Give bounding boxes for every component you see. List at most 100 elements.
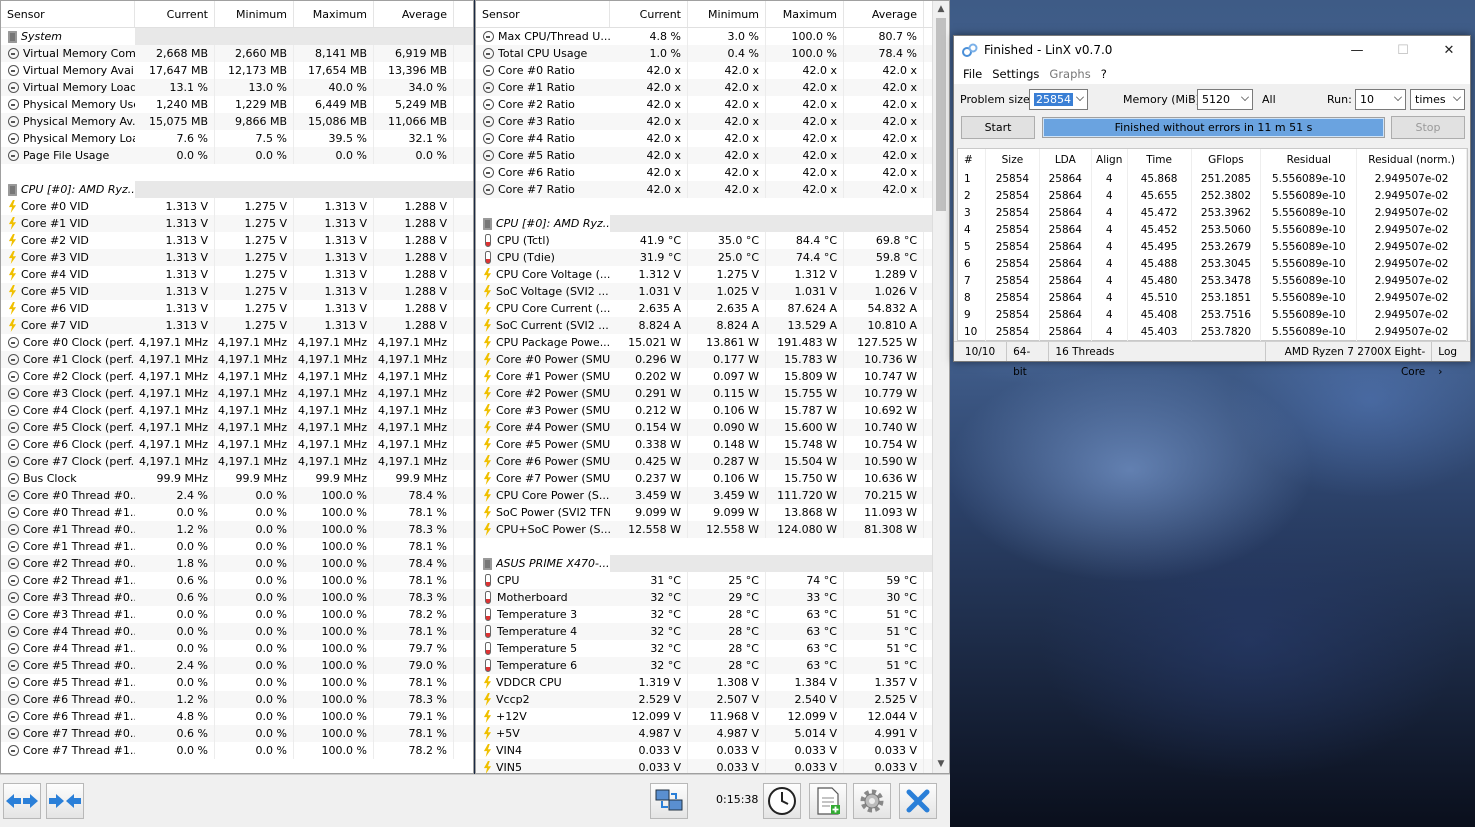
- sensor-row[interactable]: Temperature 4 32 °C 28 °C 63 °C 51 °C: [476, 623, 949, 640]
- sensor-row[interactable]: Temperature 5 32 °C 28 °C 63 °C 51 °C: [476, 640, 949, 657]
- close-sensors-button[interactable]: [899, 783, 937, 819]
- sensor-group-row[interactable]: CPU [#0]: AMD Ryz...: [1, 181, 473, 198]
- sensor-row[interactable]: Temperature 3 32 °C 28 °C 63 °C 51 °C: [476, 606, 949, 623]
- sensor-row[interactable]: Core #2 Clock (perf... 4,197.1 MHz 4,197.1…: [1, 368, 473, 385]
- start-button[interactable]: Start: [961, 116, 1035, 139]
- sensor-row[interactable]: Core #7 Thread #1... 0.0 % 0.0 % 100.0 % 78.…: [1, 742, 473, 759]
- sensor-row[interactable]: SoC Current (SVI2 ... 8.824 A 8.824 A 13.52…: [476, 317, 949, 334]
- table-row[interactable]: 9 25854 25864 4 45.408 253.7516 5.556089e-10 2.…: [958, 307, 1467, 324]
- menu-graphs[interactable]: Graphs: [1044, 67, 1095, 81]
- sensor-row[interactable]: Core #1 Thread #1... 0.0 % 0.0 % 100.0 % 78.…: [1, 538, 473, 555]
- sensor-row[interactable]: Core #3 Thread #0... 0.6 % 0.0 % 100.0 % 78.…: [1, 589, 473, 606]
- table-row[interactable]: 10 25854 25864 4 45.403 253.7820 5.556089e-10 2…: [958, 324, 1467, 341]
- col-residual-norm-header[interactable]: Residual (norm.): [1357, 149, 1467, 171]
- sensor-row[interactable]: Core #3 Ratio 42.0 x 42.0 x 42.0 x 42.0 x: [476, 113, 949, 130]
- table-row[interactable]: 5 25854 25864 4 45.495 253.2679 5.556089e-10 2.…: [958, 239, 1467, 256]
- sensor-row[interactable]: Core #5 Thread #0... 2.4 % 0.0 % 100.0 % 79.…: [1, 657, 473, 674]
- sensor-group-row[interactable]: System: [1, 28, 473, 45]
- sensor-row[interactable]: Core #1 Clock (perf... 4,197.1 MHz 4,197.1…: [1, 351, 473, 368]
- sensor-row[interactable]: Core #4 Thread #0... 0.0 % 0.0 % 100.0 % 78.…: [1, 623, 473, 640]
- sensor-row[interactable]: Core #6 Thread #0... 1.2 % 0.0 % 100.0 % 78.…: [1, 691, 473, 708]
- sensor-row[interactable]: Core #6 VID 1.313 V 1.275 V 1.313 V 1.288 V: [1, 300, 473, 317]
- sensor-row[interactable]: Core #2 Thread #1... 0.6 % 0.0 % 100.0 % 78.…: [1, 572, 473, 589]
- sensor-group-row[interactable]: CPU [#0]: AMD Ryz...: [476, 215, 949, 232]
- col-minimum-header[interactable]: Minimum: [688, 1, 766, 27]
- sensor-row[interactable]: CPU Package Powe... 15.021 W 13.861 W 191.4…: [476, 334, 949, 351]
- sensor-row[interactable]: Core #1 Ratio 42.0 x 42.0 x 42.0 x 42.0 x: [476, 79, 949, 96]
- col-align-header[interactable]: Align: [1092, 149, 1128, 171]
- sensor-row[interactable]: VIN5 0.033 V 0.033 V 0.033 V 0.033 V: [476, 759, 949, 773]
- sensor-row[interactable]: Core #4 Ratio 42.0 x 42.0 x 42.0 x 42.0 x: [476, 130, 949, 147]
- col-residual-header[interactable]: Residual: [1261, 149, 1358, 171]
- sensor-row[interactable]: Physical Memory Av... 15,075 MB 9,866 MB 15…: [1, 113, 473, 130]
- sensor-row[interactable]: +12V 12.099 V 11.968 V 12.099 V 12.044 V: [476, 708, 949, 725]
- memory-all-label[interactable]: All: [1262, 93, 1276, 106]
- sensor-row[interactable]: Core #0 VID 1.313 V 1.275 V 1.313 V 1.288 V: [1, 198, 473, 215]
- col-average-header[interactable]: Average: [844, 1, 924, 27]
- menu-help[interactable]: ?: [1096, 67, 1112, 81]
- sensor-group-row[interactable]: ASUS PRIME X470-...: [476, 555, 949, 572]
- sensor-row[interactable]: Core #5 VID 1.313 V 1.275 V 1.313 V 1.288 V: [1, 283, 473, 300]
- sensor-row[interactable]: Bus Clock 99.9 MHz 99.9 MHz 99.9 MHz 99.9 MH…: [1, 470, 473, 487]
- col-sensor-header[interactable]: Sensor: [476, 1, 610, 27]
- settings-button[interactable]: [853, 783, 891, 819]
- col-current-header[interactable]: Current: [135, 1, 215, 27]
- sensor-row[interactable]: Core #0 Power (SMU) 0.296 W 0.177 W 15.783 …: [476, 351, 949, 368]
- col-lda-header[interactable]: LDA: [1040, 149, 1092, 171]
- sensor-pane-left[interactable]: Sensor Current Minimum Maximum Average S…: [0, 0, 474, 774]
- table-row[interactable]: 8 25854 25864 4 45.510 253.1851 5.556089e-10 2.…: [958, 290, 1467, 307]
- sensor-row[interactable]: Virtual Memory Load 13.1 % 13.0 % 40.0 % 34.…: [1, 79, 473, 96]
- sensor-row[interactable]: Core #4 Clock (perf... 4,197.1 MHz 4,197.1…: [1, 402, 473, 419]
- network-sync-button[interactable]: [650, 783, 688, 819]
- sensor-row[interactable]: Core #3 Power (SMU) 0.212 W 0.106 W 15.787 …: [476, 402, 949, 419]
- sensor-row[interactable]: Core #5 Ratio 42.0 x 42.0 x 42.0 x 42.0 x: [476, 147, 949, 164]
- sensor-row[interactable]: Virtual Memory Com... 2,668 MB 2,660 MB 8,1…: [1, 45, 473, 62]
- run-count-combo[interactable]: 10: [1355, 89, 1406, 110]
- col-index-header[interactable]: #: [958, 149, 986, 171]
- sensor-row[interactable]: Core #7 Clock (perf... 4,197.1 MHz 4,197.1…: [1, 453, 473, 470]
- sensor-row[interactable]: Core #2 VID 1.313 V 1.275 V 1.313 V 1.288 V: [1, 232, 473, 249]
- sensor-row[interactable]: Core #0 Ratio 42.0 x 42.0 x 42.0 x 42.0 x: [476, 62, 949, 79]
- sensor-row[interactable]: Core #6 Thread #1... 4.8 % 0.0 % 100.0 % 79.…: [1, 708, 473, 725]
- table-row[interactable]: 6 25854 25864 4 45.488 253.3045 5.556089e-10 2.…: [958, 256, 1467, 273]
- sensor-row[interactable]: Vccp2 2.529 V 2.507 V 2.540 V 2.525 V: [476, 691, 949, 708]
- col-gflops-header[interactable]: GFlops: [1192, 149, 1262, 171]
- sensor-row[interactable]: Core #7 Thread #0... 0.6 % 0.0 % 100.0 % 78.…: [1, 725, 473, 742]
- sensor-row[interactable]: Core #4 Thread #1... 0.0 % 0.0 % 100.0 % 79.…: [1, 640, 473, 657]
- table-row[interactable]: 3 25854 25864 4 45.472 253.3962 5.556089e-10 2.…: [958, 205, 1467, 222]
- sensor-row[interactable]: Temperature 6 32 °C 28 °C 63 °C 51 °C: [476, 657, 949, 674]
- sensor-row[interactable]: Core #0 Clock (perf... 4,197.1 MHz 4,197.1…: [1, 334, 473, 351]
- col-minimum-header[interactable]: Minimum: [215, 1, 294, 27]
- sensor-row[interactable]: Core #7 Power (SMU) 0.237 W 0.106 W 15.750 …: [476, 470, 949, 487]
- sensor-row[interactable]: Max CPU/Thread U... 4.8 % 3.0 % 100.0 % 80.7…: [476, 28, 949, 45]
- linx-window[interactable]: Finished - LinX v0.7.0 — ☐ ✕ File Settin…: [953, 35, 1471, 378]
- sensor-row[interactable]: Motherboard 32 °C 29 °C 33 °C 30 °C: [476, 589, 949, 606]
- col-size-header[interactable]: Size: [986, 149, 1040, 171]
- sensor-pane-right[interactable]: Sensor Current Minimum Maximum Average M…: [475, 0, 950, 774]
- sensor-row[interactable]: CPU Core Power (S... 3.459 W 3.459 W 111.72…: [476, 487, 949, 504]
- col-maximum-header[interactable]: Maximum: [294, 1, 374, 27]
- sensor-row[interactable]: Core #1 Thread #0... 1.2 % 0.0 % 100.0 % 78.…: [1, 521, 473, 538]
- sensor-row[interactable]: CPU (Tdie) 31.9 °C 25.0 °C 74.4 °C 59.8 °C: [476, 249, 949, 266]
- sensor-row[interactable]: Virtual Memory Avai... 17,647 MB 12,173 MB…: [1, 62, 473, 79]
- sensor-row[interactable]: Core #2 Power (SMU) 0.291 W 0.115 W 15.755 …: [476, 385, 949, 402]
- sensor-row[interactable]: Core #3 VID 1.313 V 1.275 V 1.313 V 1.288 V: [1, 249, 473, 266]
- sensor-row[interactable]: CPU (Tctl) 41.9 °C 35.0 °C 84.4 °C 69.8 °C: [476, 232, 949, 249]
- sensor-row[interactable]: Total CPU Usage 1.0 % 0.4 % 100.0 % 78.4 %: [476, 45, 949, 62]
- sensor-row[interactable]: Core #5 Thread #1... 0.0 % 0.0 % 100.0 % 78.…: [1, 674, 473, 691]
- scroll-up-arrow-icon[interactable]: ▲: [933, 1, 949, 18]
- sensor-row[interactable]: Physical Memory Load 7.6 % 7.5 % 39.5 % 32.1…: [1, 130, 473, 147]
- problem-size-combo[interactable]: 25854: [1029, 89, 1088, 110]
- maximize-button[interactable]: ☐: [1380, 36, 1426, 64]
- table-row[interactable]: 1 25854 25864 4 45.868 251.2085 5.556089e-10 2.…: [958, 171, 1467, 188]
- sensor-row[interactable]: Core #7 VID 1.313 V 1.275 V 1.313 V 1.288 V: [1, 317, 473, 334]
- sensor-row[interactable]: Core #2 Thread #0... 1.8 % 0.0 % 100.0 % 78.…: [1, 555, 473, 572]
- linx-title-bar[interactable]: Finished - LinX v0.7.0 — ☐ ✕: [954, 36, 1470, 64]
- sensor-row[interactable]: Core #0 Thread #0... 2.4 % 0.0 % 100.0 % 78.…: [1, 487, 473, 504]
- sensor-row[interactable]: CPU Core Voltage (... 1.312 V 1.275 V 1.312…: [476, 266, 949, 283]
- memory-combo[interactable]: 5120: [1197, 89, 1253, 110]
- sensor-row[interactable]: CPU Core Current (... 2.635 A 2.635 A 87.62…: [476, 300, 949, 317]
- sensor-row[interactable]: Physical Memory Used 1,240 MB 1,229 MB 6,44…: [1, 96, 473, 113]
- sensor-row[interactable]: Core #4 VID 1.313 V 1.275 V 1.313 V 1.288 V: [1, 266, 473, 283]
- logging-button[interactable]: [809, 783, 847, 819]
